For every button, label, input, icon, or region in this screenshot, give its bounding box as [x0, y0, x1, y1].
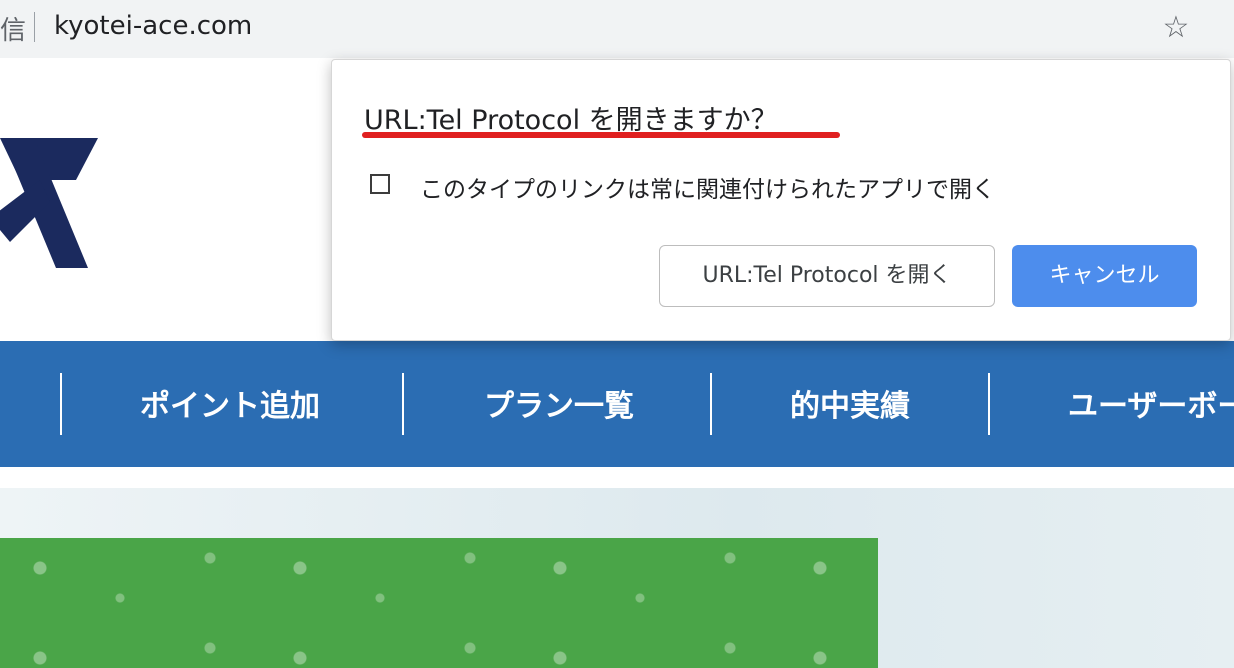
omnibox[interactable]: 信 kyotei-ace.com: [0, 0, 1212, 56]
bookmark-star-icon[interactable]: ☆: [1158, 8, 1194, 48]
site-logo[interactable]: [0, 118, 110, 268]
nav-item-user-voice[interactable]: ユーザーボー: [1068, 381, 1234, 425]
external-protocol-dialog: URL:Tel Protocol を開きますか？ このタイプのリンクは常に関連付…: [331, 59, 1231, 341]
nav-item-add-points[interactable]: ポイント追加: [140, 381, 320, 425]
always-open-label[interactable]: このタイプのリンクは常に関連付けられたアプリで開く: [420, 170, 995, 204]
cancel-button[interactable]: キャンセル: [1012, 245, 1197, 307]
main-nav: ポイント追加 プラン一覧 的中実績 ユーザーボー: [0, 341, 1234, 467]
nav-divider: [710, 373, 712, 435]
always-open-checkbox[interactable]: [370, 174, 390, 194]
title-highlight-underline: [362, 132, 840, 138]
nav-divider: [402, 373, 404, 435]
hero-banner-image: [0, 538, 878, 668]
security-label[interactable]: 信: [0, 10, 26, 47]
nav-divider: [988, 373, 990, 435]
nav-item-plan-list[interactable]: プラン一覧: [484, 381, 634, 425]
address-bar: 信 kyotei-ace.com ☆: [0, 0, 1234, 58]
open-app-button[interactable]: URL:Tel Protocol を開く: [659, 245, 995, 307]
nav-divider: [60, 373, 62, 435]
omnibox-separator: [34, 12, 35, 42]
nav-item-results[interactable]: 的中実績: [790, 381, 910, 425]
url-text[interactable]: kyotei-ace.com: [54, 11, 252, 41]
